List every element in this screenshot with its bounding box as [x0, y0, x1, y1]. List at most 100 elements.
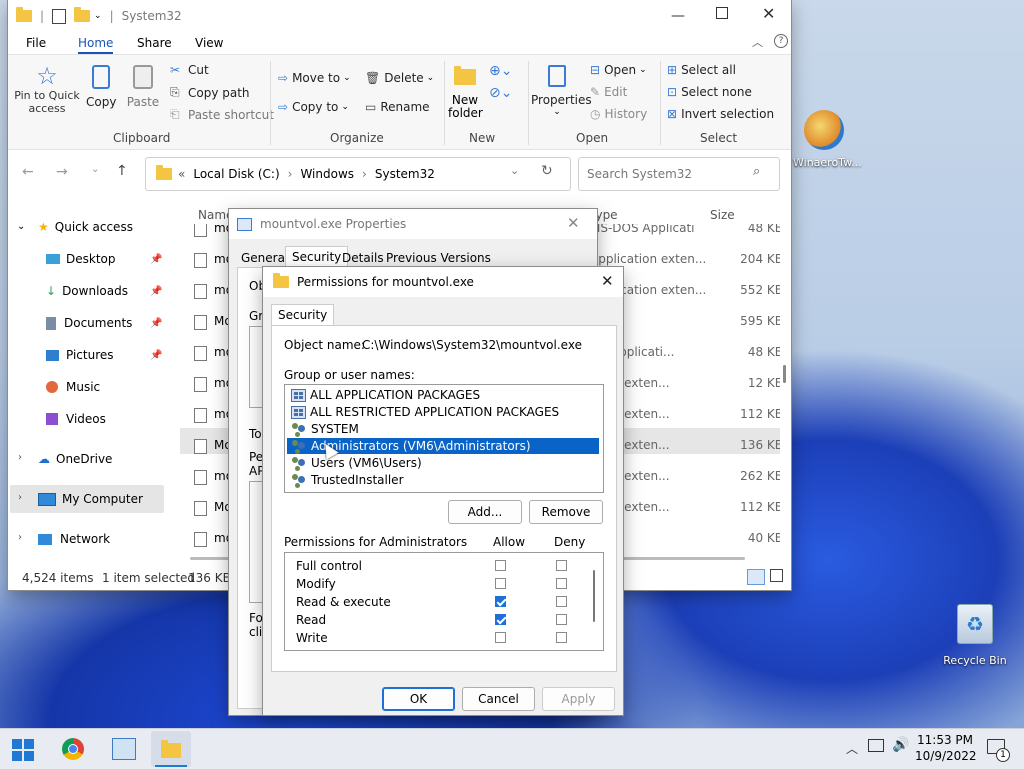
easy-access-icon[interactable]: ⊘⌄ — [489, 85, 512, 101]
column-header-size[interactable]: Size — [710, 208, 735, 222]
open-button[interactable]: ⊟ Open ⌄ — [590, 63, 647, 77]
properties-qat-icon[interactable] — [52, 8, 67, 24]
deny-checkbox[interactable] — [556, 578, 567, 589]
tab-security[interactable]: Security — [285, 246, 349, 269]
allow-checkbox[interactable] — [495, 578, 506, 589]
breadcrumb-item[interactable]: Windows — [300, 167, 354, 181]
search-input[interactable]: Search System32 — [587, 167, 692, 181]
nav-my-computer[interactable]: My Computer — [38, 492, 143, 506]
nav-desktop[interactable]: Desktop 📌 — [46, 252, 162, 266]
properties-button[interactable]: Properties ⌄ — [531, 63, 592, 117]
deny-checkbox[interactable] — [556, 560, 567, 571]
menu-view[interactable]: View — [195, 36, 223, 50]
paste-shortcut-button[interactable]: ⎗ Paste shortcut — [170, 107, 274, 122]
pin-icon[interactable]: 📌 — [150, 318, 162, 329]
allow-checkbox[interactable] — [495, 560, 506, 571]
new-folder-qat-icon[interactable] — [74, 7, 91, 22]
menu-share[interactable]: Share — [137, 36, 172, 50]
nav-documents[interactable]: Documents 📌 — [46, 316, 162, 330]
select-all-button[interactable]: ⊞ Select all — [667, 63, 736, 77]
delete-button[interactable]: 🗑 Delete ⌄ — [365, 71, 434, 85]
paste-button[interactable]: Paste — [126, 63, 160, 109]
back-arrow-icon[interactable]: ← — [22, 164, 34, 180]
allow-checkbox[interactable] — [495, 632, 506, 643]
chevron-right-icon[interactable]: › — [18, 492, 22, 503]
desktop-icon-winaero[interactable]: WinaeroTw... — [793, 110, 862, 169]
refresh-icon[interactable]: ↻ — [541, 163, 553, 179]
chevron-down-icon[interactable]: ⌄ — [94, 11, 102, 21]
list-item[interactable]: TrustedInstaller — [287, 472, 599, 488]
nav-videos[interactable]: Videos — [46, 412, 106, 426]
pin-quick-access-button[interactable]: ☆ Pin to Quick access — [14, 63, 80, 115]
breadcrumb-item[interactable]: Local Disk (C:) — [193, 167, 279, 181]
list-item[interactable]: ALL RESTRICTED APPLICATION PACKAGES — [287, 404, 599, 420]
recent-locations-icon[interactable]: ⌄ — [91, 164, 99, 175]
list-item[interactable]: ALL APPLICATION PACKAGES — [287, 387, 599, 403]
taskbar-time[interactable]: 11:53 PM — [915, 733, 973, 747]
chevron-up-icon[interactable]: ︿ — [846, 740, 858, 757]
details-view-icon[interactable] — [747, 569, 765, 585]
pin-icon[interactable]: 📌 — [150, 350, 162, 361]
minimize-button[interactable]: — — [671, 8, 685, 24]
chevron-down-icon[interactable]: ⌄ — [17, 221, 25, 232]
cancel-button[interactable]: Cancel — [462, 687, 535, 711]
breadcrumb-item[interactable]: System32 — [375, 167, 435, 181]
copy-button[interactable]: Copy — [86, 63, 116, 109]
taskbar-date[interactable]: 10/9/2022 — [915, 749, 977, 763]
address-bar[interactable]: « Local Disk (C:) › Windows › System32 ⌄… — [145, 157, 571, 191]
tab-details[interactable]: Details — [342, 251, 384, 265]
network-status-icon[interactable] — [868, 739, 884, 752]
nav-downloads[interactable]: ↓ Downloads 📌 — [46, 284, 162, 298]
volume-icon[interactable]: 🔊 — [892, 737, 909, 753]
scrollbar-thumb[interactable] — [593, 570, 595, 622]
apply-button[interactable]: Apply — [542, 687, 615, 711]
close-button[interactable]: ✕ — [762, 4, 775, 23]
nav-network[interactable]: Network — [38, 532, 110, 546]
search-box[interactable]: Search System32 ⌕ — [578, 157, 780, 191]
ok-button[interactable]: OK — [382, 687, 455, 711]
history-button[interactable]: ◷ History — [590, 107, 647, 121]
copy-path-button[interactable]: ⎘ Copy path — [170, 85, 250, 100]
chrome-icon[interactable] — [62, 738, 84, 760]
scrollbar-thumb[interactable] — [783, 365, 786, 383]
collapse-ribbon-icon[interactable]: ︿ — [752, 34, 763, 50]
menu-file[interactable]: File — [26, 36, 46, 50]
tab-security[interactable]: Security — [271, 304, 335, 327]
allow-checkbox[interactable] — [495, 596, 506, 607]
menu-home[interactable]: Home — [78, 36, 114, 54]
chevron-right-icon[interactable]: › — [18, 452, 22, 463]
cut-button[interactable]: ✂ Cut — [170, 63, 209, 77]
pin-icon[interactable]: 📌 — [150, 254, 162, 265]
close-button[interactable]: ✕ — [601, 272, 614, 290]
allow-checkbox[interactable] — [495, 614, 506, 625]
remove-button[interactable]: Remove — [529, 500, 603, 524]
deny-checkbox[interactable] — [556, 632, 567, 643]
up-arrow-icon[interactable]: ↑ — [116, 163, 128, 179]
large-icons-view-icon[interactable] — [770, 569, 783, 582]
tab-previous-versions[interactable]: Previous Versions — [386, 251, 491, 265]
move-to-button[interactable]: ⇨ Move to ⌄ — [278, 71, 351, 85]
nav-music[interactable]: Music — [46, 380, 100, 394]
list-item[interactable]: SYSTEM — [287, 421, 599, 437]
new-folder-button[interactable]: New folder — [448, 63, 483, 120]
invert-selection-button[interactable]: ⊠ Invert selection — [667, 107, 774, 121]
list-item[interactable]: Users (VM6\Users) — [287, 455, 599, 471]
help-icon[interactable]: ? — [774, 34, 788, 48]
start-button-icon[interactable] — [12, 739, 34, 761]
new-item-icon[interactable]: ⊕⌄ — [489, 63, 512, 79]
maximize-button[interactable] — [716, 7, 728, 19]
nav-pictures[interactable]: Pictures 📌 — [46, 348, 162, 362]
add-button[interactable]: Add... — [448, 500, 522, 524]
taskbar-explorer-active[interactable] — [151, 731, 191, 767]
forward-arrow-icon[interactable]: → — [56, 164, 68, 180]
pin-icon[interactable]: 📌 — [150, 286, 162, 297]
nav-quick-access[interactable]: ★ Quick access — [38, 220, 133, 234]
copy-to-button[interactable]: ⇨ Copy to ⌄ — [278, 100, 349, 114]
deny-checkbox[interactable] — [556, 614, 567, 625]
group-names-list[interactable]: ALL APPLICATION PACKAGES ALL RESTRICTED A… — [284, 384, 604, 493]
control-panel-icon[interactable] — [112, 738, 136, 760]
deny-checkbox[interactable] — [556, 596, 567, 607]
close-button[interactable]: ✕ — [567, 214, 580, 232]
chevron-down-icon[interactable]: ⌄ — [510, 164, 519, 177]
edit-button[interactable]: ✎ Edit — [590, 85, 627, 99]
